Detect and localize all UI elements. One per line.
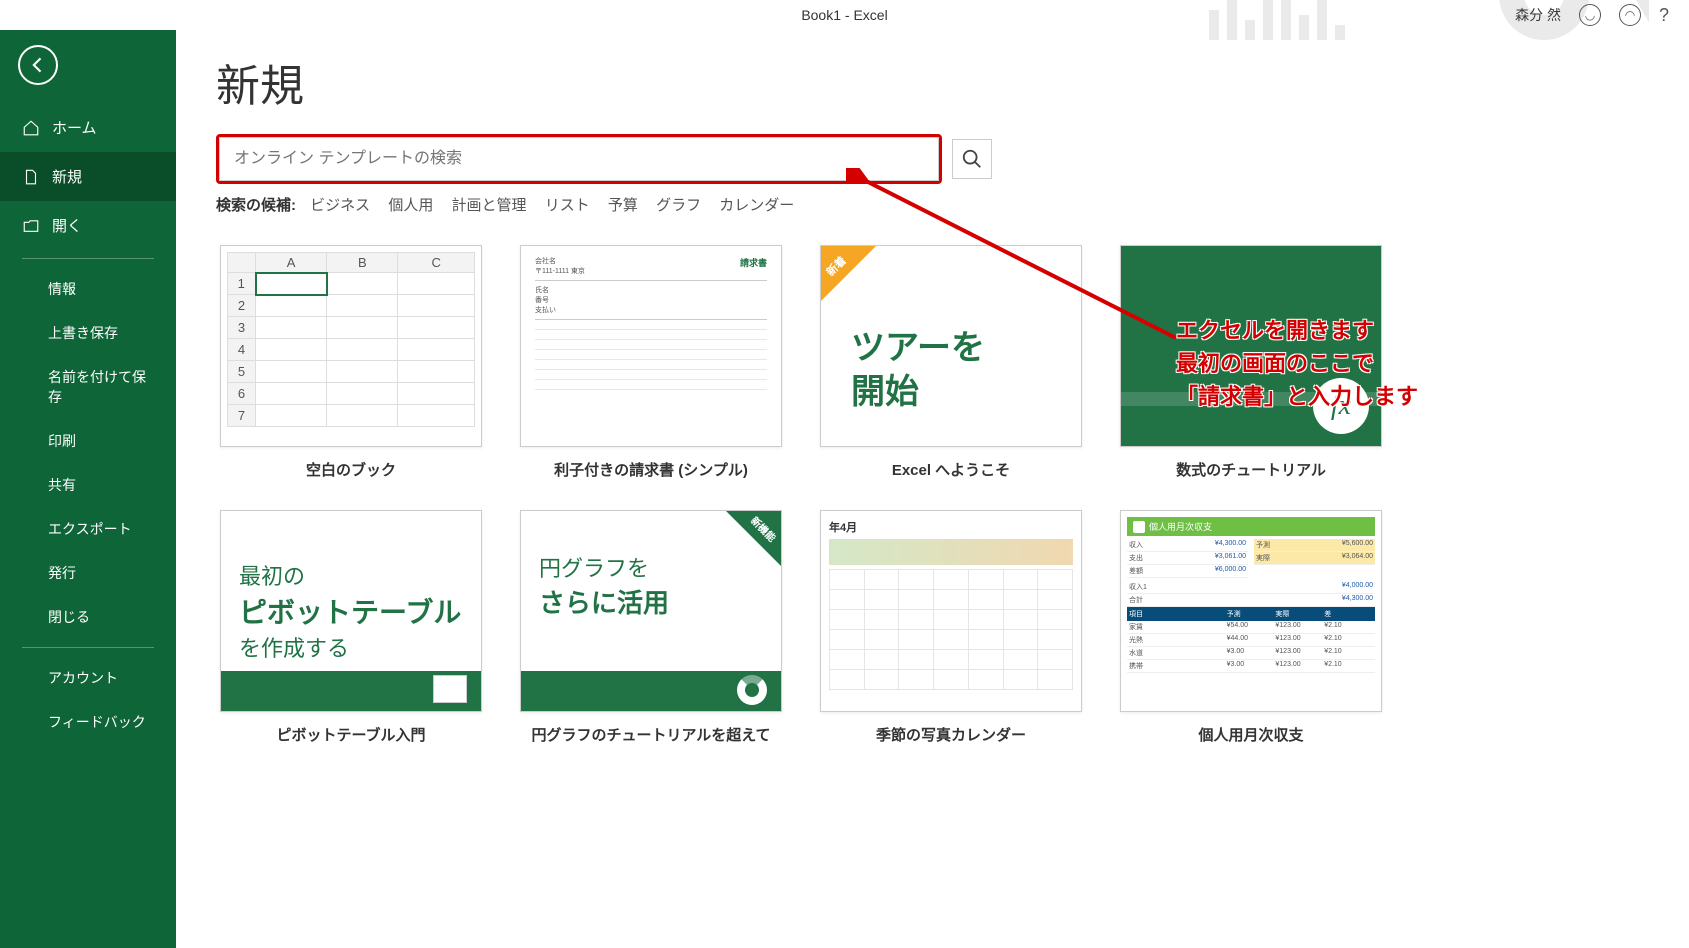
nav-feedback[interactable]: フィードバック: [0, 700, 176, 744]
template-thumb: 個人用月次収支 収入¥4,300.00支出¥3,061.00差額¥6,000.0…: [1120, 510, 1382, 712]
back-button[interactable]: [18, 45, 58, 85]
nav-close[interactable]: 閉じる: [0, 595, 176, 639]
suggestion-row: 検索の候補: ビジネス 個人用 計画と管理 リスト 予算 グラフ カレンダー: [216, 194, 1649, 215]
smile-icon[interactable]: ◡: [1579, 4, 1601, 26]
folder-open-icon: [22, 217, 40, 235]
search-button[interactable]: [952, 139, 992, 179]
pivot-table-icon: [433, 675, 467, 703]
template-thumb: ABC 1 2 3 4 5 6 7: [220, 245, 482, 447]
sidebar: ホーム 新規 開く 情報 上書き保存 名前を付けて保存 印刷 共有 エクスポート…: [0, 30, 176, 948]
search-icon: [961, 148, 983, 170]
nav-new[interactable]: 新規: [0, 152, 176, 201]
nav-home-label: ホーム: [52, 117, 97, 138]
template-thumb: 新機能 円グラフをさらに活用: [520, 510, 782, 712]
donut-chart-icon: [737, 675, 767, 705]
nav-publish[interactable]: 発行: [0, 551, 176, 595]
suggest-list[interactable]: リスト: [545, 197, 590, 214]
nav-account[interactable]: アカウント: [0, 656, 176, 700]
template-pivot[interactable]: 最初のピボットテーブルを作成する ピボットテーブル入門: [216, 510, 486, 745]
suggest-business[interactable]: ビジネス: [310, 197, 370, 214]
user-name: 森分 然: [1515, 5, 1561, 25]
template-thumb: 最初のピボットテーブルを作成する: [220, 510, 482, 712]
frown-icon[interactable]: ◠: [1619, 4, 1641, 26]
search-highlight-box: [216, 134, 942, 184]
suggest-chart[interactable]: グラフ: [656, 197, 701, 214]
titlebar: Book1 - Excel 森分 然 ◡ ◠ ?: [0, 0, 1689, 30]
suggest-personal[interactable]: 個人用: [388, 197, 433, 214]
main-area: 新規 検索の候補: ビジネス 個人用 計画と管理 リスト 予算 グラフ カレンダ…: [176, 30, 1689, 948]
template-label: 個人用月次収支: [1198, 724, 1303, 745]
template-label: 円グラフのチュートリアルを超えて: [531, 724, 770, 745]
annotation-text: エクセルを開きます 最初の画面のここで 「請求書」と入力します: [1176, 314, 1418, 413]
suggest-budget[interactable]: 予算: [608, 197, 638, 214]
nav-saveas[interactable]: 名前を付けて保存: [0, 355, 176, 419]
nav-open-label: 開く: [52, 215, 82, 236]
template-grid: ABC 1 2 3 4 5 6 7 空白のブック 会社名〒111-1111 東京…: [216, 245, 1649, 745]
template-pie[interactable]: 新機能 円グラフをさらに活用 円グラフのチュートリアルを超えて: [516, 510, 786, 745]
template-label: ピボットテーブル入門: [276, 724, 425, 745]
file-icon: [22, 168, 40, 186]
template-blank-workbook[interactable]: ABC 1 2 3 4 5 6 7 空白のブック: [216, 245, 486, 480]
template-calendar[interactable]: 年4月 季節の写真カレンダー: [816, 510, 1086, 745]
help-icon[interactable]: ?: [1659, 5, 1669, 26]
suggest-plan[interactable]: 計画と管理: [452, 197, 527, 214]
nav-save[interactable]: 上書き保存: [0, 311, 176, 355]
template-thumb: 新着 ツアーを開始: [820, 245, 1082, 447]
nav-new-label: 新規: [52, 166, 82, 187]
template-thumb: 年4月: [820, 510, 1082, 712]
nav-print[interactable]: 印刷: [0, 419, 176, 463]
template-thumb: 会社名〒111-1111 東京請求書 氏名番号支払い: [520, 245, 782, 447]
nav-export[interactable]: エクスポート: [0, 507, 176, 551]
suggest-calendar[interactable]: カレンダー: [719, 197, 794, 214]
home-icon: [22, 119, 40, 137]
nav-share[interactable]: 共有: [0, 463, 176, 507]
nav-info[interactable]: 情報: [0, 267, 176, 311]
nav-home[interactable]: ホーム: [0, 103, 176, 152]
template-welcome[interactable]: 新着 ツアーを開始 Excel へようこそ: [816, 245, 1086, 480]
template-label: Excel へようこそ: [892, 459, 1010, 480]
template-label: 利子付きの請求書 (シンプル): [554, 459, 748, 480]
suggest-label: 検索の候補:: [216, 197, 296, 214]
template-label: 空白のブック: [306, 459, 396, 480]
template-invoice[interactable]: 会社名〒111-1111 東京請求書 氏名番号支払い 利子付きの請求書 (シンプ…: [516, 245, 786, 480]
template-label: 数式のチュートリアル: [1176, 459, 1326, 480]
search-input[interactable]: [219, 137, 939, 181]
template-label: 季節の写真カレンダー: [876, 724, 1026, 745]
nav-open[interactable]: 開く: [0, 201, 176, 250]
window-title: Book1 - Excel: [801, 7, 887, 23]
template-budget[interactable]: 個人用月次収支 収入¥4,300.00支出¥3,061.00差額¥6,000.0…: [1116, 510, 1386, 745]
page-title: 新規: [216, 50, 1649, 114]
